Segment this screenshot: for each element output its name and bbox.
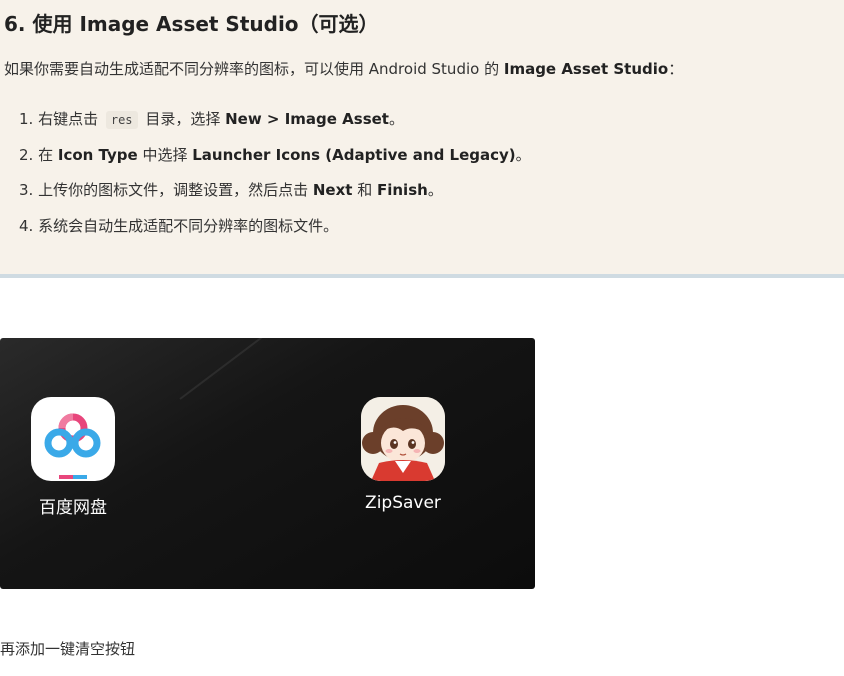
step-text: 。 [388, 110, 404, 128]
launcher-screenshot: 百度网盘 ZipSaver [0, 338, 535, 589]
baidu-netdisk-icon[interactable] [31, 397, 115, 481]
step-bold: Icon Type [57, 145, 138, 164]
zipsaver-anime-girl-icon[interactable] [361, 397, 445, 481]
app-zipsaver[interactable]: ZipSaver [361, 397, 445, 513]
app-baidu-netdisk[interactable]: 百度网盘 [31, 397, 115, 518]
step-text: 4. 系统会自动生成适配不同分辨率的图标文件。 [19, 216, 339, 235]
step-text: 中选择 [137, 145, 193, 164]
step-text: 3. 上传你的图标文件，调整设置，然后点击 [19, 181, 313, 199]
step-1: 1. 右键点击 res 目录，选择 New > Image Asset。 [19, 107, 531, 143]
app-label: 百度网盘 [39, 498, 107, 518]
step-text: 和 [352, 181, 377, 199]
code-res: res [105, 111, 138, 129]
step-text: 2. 在 [19, 145, 58, 164]
step-bold: Finish [376, 181, 428, 199]
intro-suffix: ： [668, 60, 684, 78]
step-3: 3. 上传你的图标文件，调整设置，然后点击 Next 和 Finish。 [19, 178, 531, 214]
step-bold: Next [312, 181, 353, 199]
footer-paragraph: 再添加一键清空按钮 [0, 640, 136, 658]
step-bold: New > Image Asset [225, 110, 389, 128]
step-bold: Launcher Icons (Adaptive and Legacy) [192, 145, 516, 164]
steps-list: 1. 右键点击 res 目录，选择 New > Image Asset。 2. … [19, 107, 531, 249]
intro-paragraph: 如果你需要自动生成适配不同分辨率的图标，可以使用 Android Studio … [4, 58, 683, 79]
section-heading: 6. 使用 Image Asset Studio（可选） [4, 12, 379, 36]
step-4: 4. 系统会自动生成适配不同分辨率的图标文件。 [19, 214, 531, 250]
intro-text: 如果你需要自动生成适配不同分辨率的图标，可以使用 Android Studio … [4, 60, 504, 78]
app-label: ZipSaver [365, 493, 441, 513]
step-2: 2. 在 Icon Type 中选择 Launcher Icons (Adapt… [19, 143, 531, 179]
background-sheen [179, 338, 517, 400]
step-text: 。 [427, 181, 443, 199]
step-text: 。 [515, 145, 531, 164]
step-text: 1. 右键点击 [19, 110, 103, 128]
instruction-card: 6. 使用 Image Asset Studio（可选） 如果你需要自动生成适配… [0, 0, 844, 278]
step-text: 目录，选择 [140, 110, 226, 128]
intro-bold: Image Asset Studio [503, 60, 669, 78]
